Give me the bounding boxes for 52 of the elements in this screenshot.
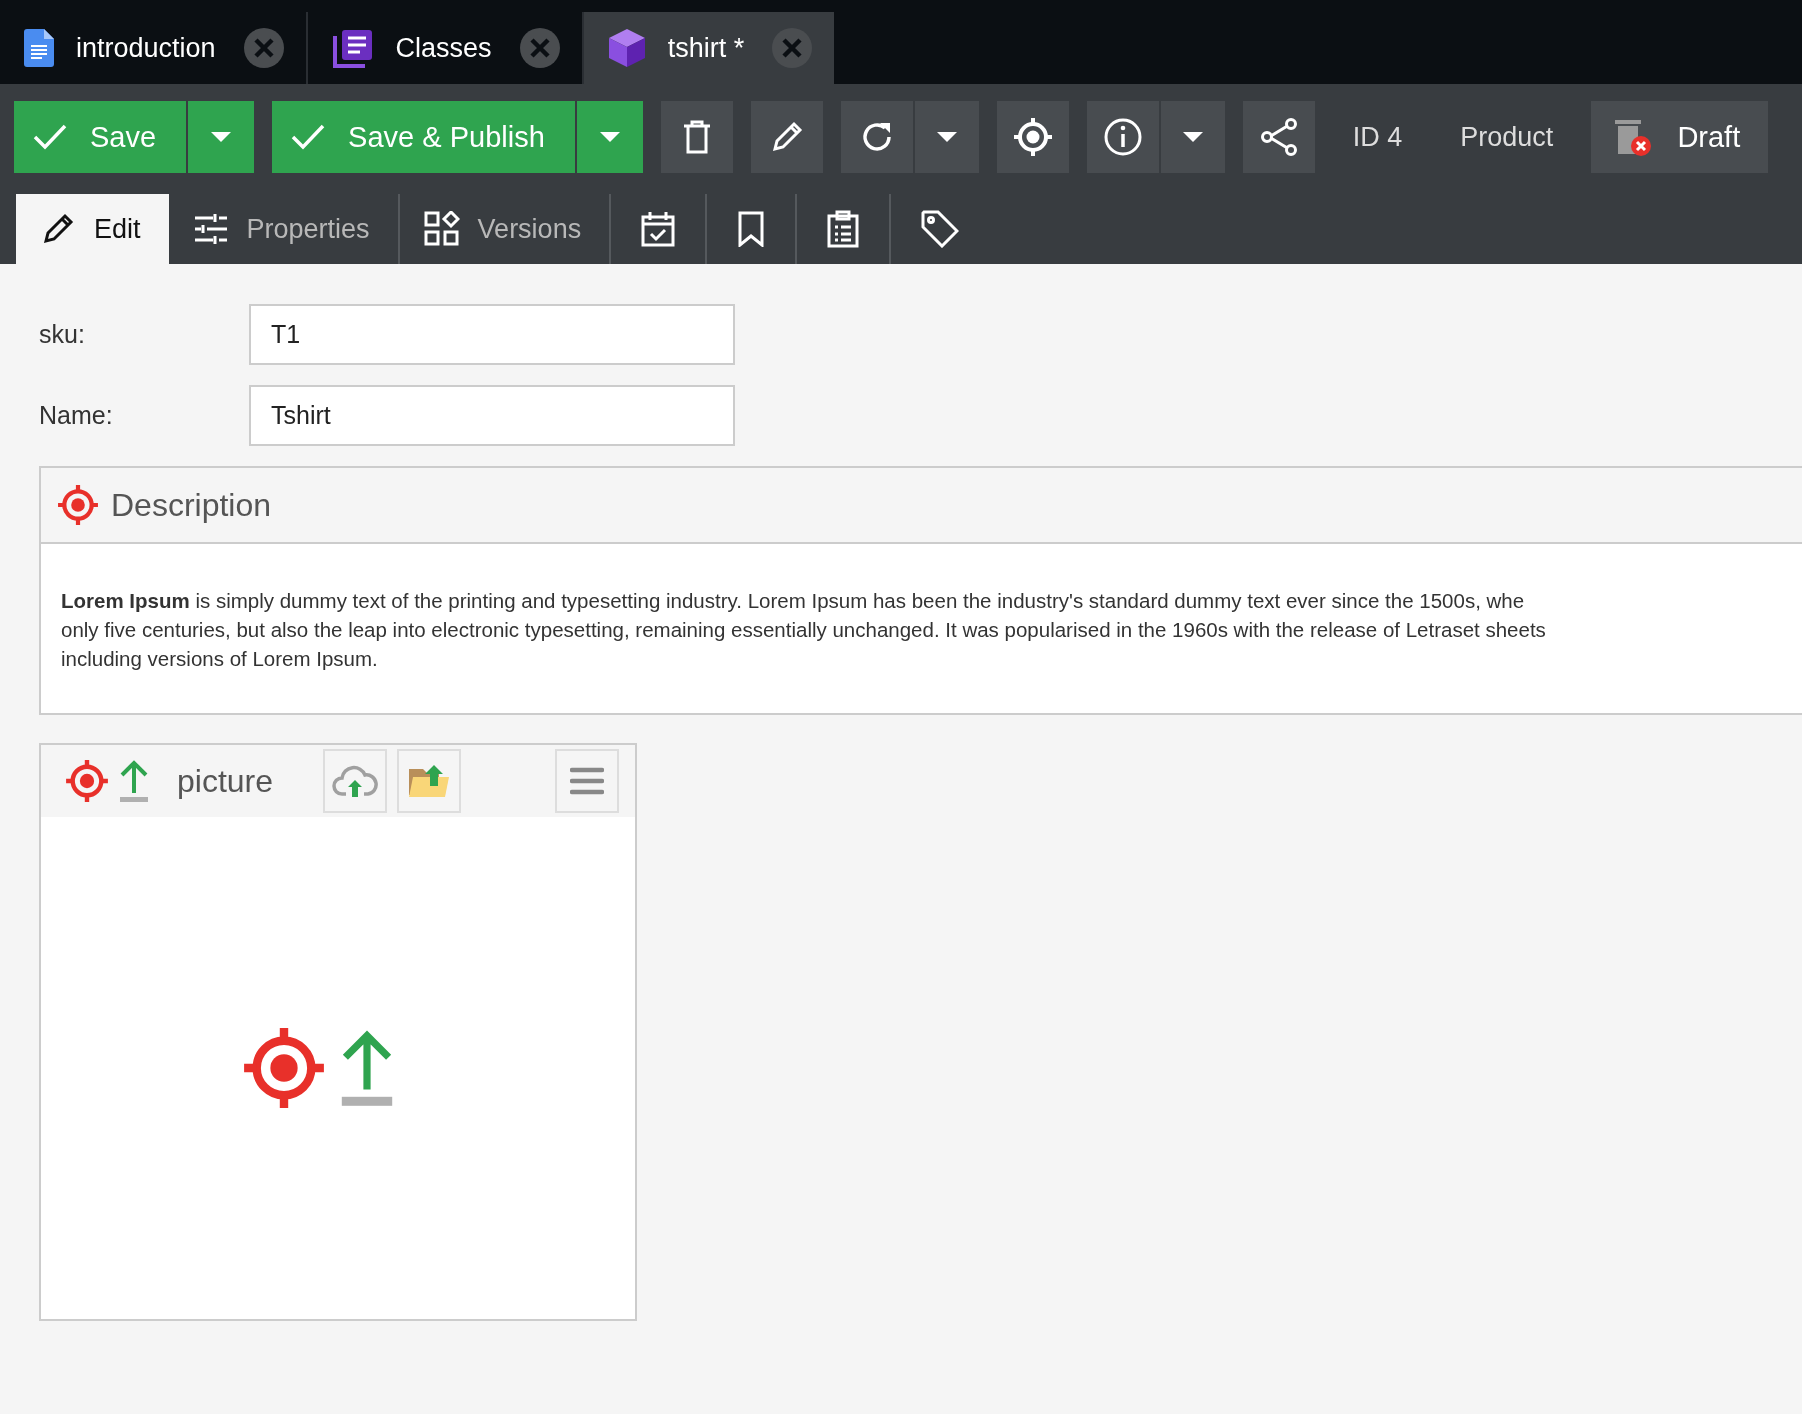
reload-button[interactable]: [840, 101, 913, 173]
bookmark-icon: [737, 211, 766, 247]
cube-icon: [607, 28, 646, 68]
panel-title: picture: [177, 762, 274, 800]
crosshair-icon: [1012, 117, 1053, 157]
document-icon: [24, 29, 54, 67]
field-label: Name:: [39, 401, 114, 430]
draft-button[interactable]: Draft: [1591, 101, 1769, 173]
cloud-upload-icon: [332, 764, 379, 798]
input-field[interactable]: Tshirt: [249, 385, 735, 446]
rename-button[interactable]: [750, 101, 823, 173]
menu-button[interactable]: [555, 749, 619, 813]
editor-tab[interactable]: tshirt *: [583, 12, 835, 84]
reload-dropdown-button[interactable]: [914, 101, 979, 173]
input-field[interactable]: T1: [249, 304, 735, 365]
menu-icon: [570, 767, 604, 795]
editor-subtab[interactable]: Properties: [168, 194, 400, 264]
info-icon: [1102, 117, 1143, 157]
caret-icon: [598, 131, 621, 143]
shapes-icon: [423, 211, 460, 247]
share-icon: [1258, 117, 1299, 157]
caret-icon: [935, 131, 958, 143]
target-icon: [65, 759, 109, 803]
info-button[interactable]: [1086, 101, 1159, 173]
target-icon: [242, 1026, 326, 1110]
caret-icon: [210, 131, 233, 143]
share-button[interactable]: [1242, 101, 1315, 173]
tag-icon: [921, 210, 960, 248]
target-icon: [57, 484, 99, 526]
calendar-icon: [641, 211, 676, 247]
description-text[interactable]: Lorem Ipsum is simply dummy text of the printing and typesetting industry. Lorem Ipsum has been the industry's standard dummy text ever since the 1500s, whe only five centuries, but also the leap into electronic typesetting, remaining essentially unchanged. It was popularised in the 1960s with the release of Letraset sheets including versions of Lorem Ipsum.: [61, 586, 1802, 673]
id-label: ID 4: [1351, 121, 1404, 153]
delete-button[interactable]: [660, 101, 733, 173]
field-label: sku:: [39, 320, 86, 349]
sliders-icon: [192, 213, 229, 245]
trash-icon: [682, 120, 711, 154]
info-dropdown-button[interactable]: [1160, 101, 1225, 173]
stacked-list-icon: [331, 28, 374, 68]
editor-subtab[interactable]: Edit: [16, 194, 169, 264]
upload-arrow-icon: [340, 1028, 394, 1108]
locate-button[interactable]: [996, 101, 1069, 173]
upload-arrow-icon: [119, 759, 149, 803]
editor-subtab[interactable]: Versions: [399, 194, 612, 264]
panel-title: Description: [111, 486, 272, 524]
folder-upload-button[interactable]: [397, 749, 462, 813]
class-label: Product: [1459, 121, 1555, 153]
clipboard-icon: [827, 210, 860, 248]
folder-upload-icon: [407, 763, 452, 799]
cloud-upload-button[interactable]: [323, 749, 388, 813]
check-icon: [290, 123, 327, 151]
caret-icon: [1181, 131, 1204, 143]
check-icon: [32, 123, 68, 151]
